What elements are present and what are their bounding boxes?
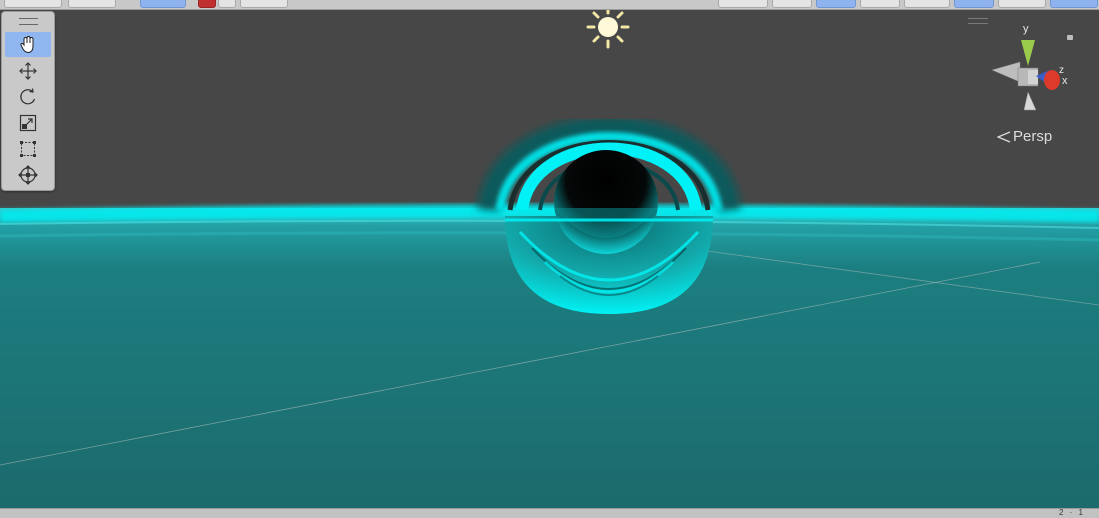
status-text: 2 · 1	[1058, 508, 1085, 517]
orientation-gizmo[interactable]: y z x	[990, 18, 1080, 118]
toolbar-button[interactable]	[718, 0, 768, 8]
scene-render	[0, 10, 1099, 508]
toolbar-toggle-active[interactable]	[954, 0, 994, 8]
hand-tool-button[interactable]	[5, 32, 51, 57]
axis-y-label: y	[1023, 23, 1029, 35]
toolbar-button[interactable]	[218, 0, 236, 8]
move-icon	[19, 61, 37, 80]
rect-transform-icon	[20, 140, 36, 157]
toolbar-toggle-active[interactable]	[140, 0, 186, 8]
gizmo-drag-handle[interactable]	[968, 18, 988, 24]
rect-tool-button[interactable]	[5, 136, 51, 161]
toolbar-button[interactable]	[860, 0, 900, 8]
toolbar-toggle-active[interactable]	[1050, 0, 1098, 8]
toolbar-button[interactable]	[998, 0, 1046, 8]
transform-icon	[18, 164, 38, 185]
toolbar-button[interactable]	[4, 0, 62, 8]
hand-icon	[20, 35, 34, 53]
toolbar-button[interactable]	[772, 0, 812, 8]
record-button[interactable]	[198, 0, 216, 8]
tool-palette	[1, 11, 55, 191]
scene-view[interactable]	[0, 10, 1099, 508]
scale-tool-button[interactable]	[5, 110, 51, 135]
rotate-icon	[20, 87, 36, 104]
toolbar-button[interactable]	[68, 0, 116, 8]
scale-icon	[19, 114, 37, 131]
toolbar-button[interactable]	[904, 0, 950, 8]
perspective-icon	[997, 130, 1011, 143]
transform-tool-button[interactable]	[5, 162, 51, 187]
drag-handle-icon[interactable]	[19, 18, 38, 25]
projection-label: Persp	[1013, 128, 1053, 145]
move-tool-button[interactable]	[5, 58, 51, 83]
top-toolbar	[0, 0, 1099, 10]
black-sphere	[554, 150, 658, 254]
axis-gizmo-icon	[991, 40, 1060, 111]
toolbar-toggle-active[interactable]	[816, 0, 856, 8]
toolbar-dropdown[interactable]	[240, 0, 288, 8]
rotate-tool-button[interactable]	[5, 84, 51, 109]
projection-toggle[interactable]: Persp	[997, 128, 1052, 145]
axis-x-label: x	[1062, 75, 1068, 87]
